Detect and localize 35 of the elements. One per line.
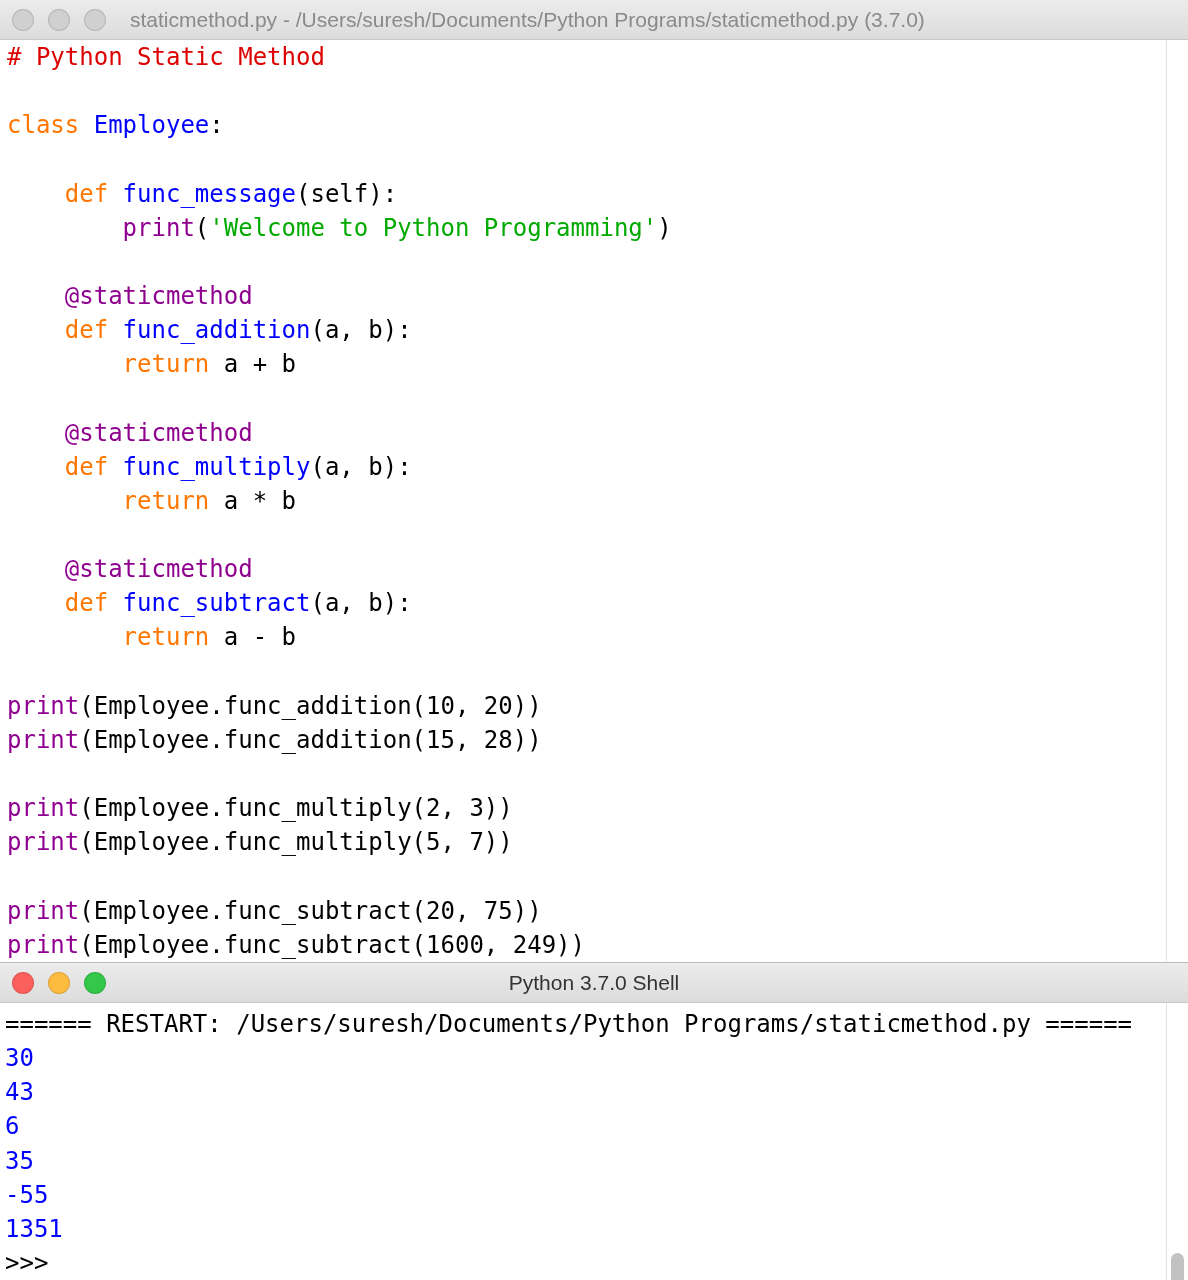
console-line: ====== RESTART: /Users/suresh/Documents/Python Programs/staticmethod.py ====== xyxy=(5,1009,1133,1040)
window-control-icon[interactable] xyxy=(84,8,106,31)
code-line: @staticmethod xyxy=(63,417,253,449)
window-title: Python 3.7.0 Shell xyxy=(508,970,680,995)
output-line: -55 xyxy=(5,1179,49,1211)
window-control-icon[interactable] xyxy=(48,8,70,31)
code-line: def func_multiply(a, b): xyxy=(63,451,412,483)
code-line: print(Employee.func_addition(10, 20)) xyxy=(7,690,542,722)
output-line: 6 xyxy=(5,1111,20,1143)
window-title: staticmethod.py - /Users/suresh/Documents/Python Programs/staticmethod.py (3.7.0) xyxy=(130,7,925,32)
output-line: 30 xyxy=(5,1043,34,1075)
code-line: return a * b xyxy=(121,485,296,517)
code-line: print(Employee.func_addition(15, 28)) xyxy=(7,724,542,756)
code-line: @staticmethod xyxy=(63,554,253,586)
output-line: 43 xyxy=(5,1077,34,1109)
code-line: def func_subtract(a, b): xyxy=(63,588,412,620)
code-line: return a - b xyxy=(121,622,296,654)
window-control-icon[interactable] xyxy=(84,971,106,994)
code-line: print(Employee.func_multiply(2, 3)) xyxy=(7,793,513,825)
code-line: # Python Static Method xyxy=(7,42,325,73)
window-control-icon[interactable] xyxy=(48,971,70,994)
output-line: 35 xyxy=(5,1145,34,1177)
code-line: return a + b xyxy=(121,349,296,381)
output-line: 1351 xyxy=(5,1213,63,1245)
code-line: print('Welcome to Python Programming') xyxy=(121,212,672,244)
shell-prompt: >>> xyxy=(5,1248,49,1279)
code-line: def func_message(self): xyxy=(63,178,398,210)
code-line: print(Employee.func_subtract(20, 75)) xyxy=(7,895,542,927)
code-line: def func_addition(a, b): xyxy=(63,315,412,347)
code-line: print(Employee.func_multiply(5, 7)) xyxy=(7,827,513,859)
code-line: class Employee: xyxy=(7,110,224,142)
window-control-icon[interactable] xyxy=(12,8,34,31)
code-line: @staticmethod xyxy=(63,281,253,312)
window-control-icon[interactable] xyxy=(12,971,34,994)
code-line: print(Employee.func_subtract(1600, 249)) xyxy=(7,929,585,961)
